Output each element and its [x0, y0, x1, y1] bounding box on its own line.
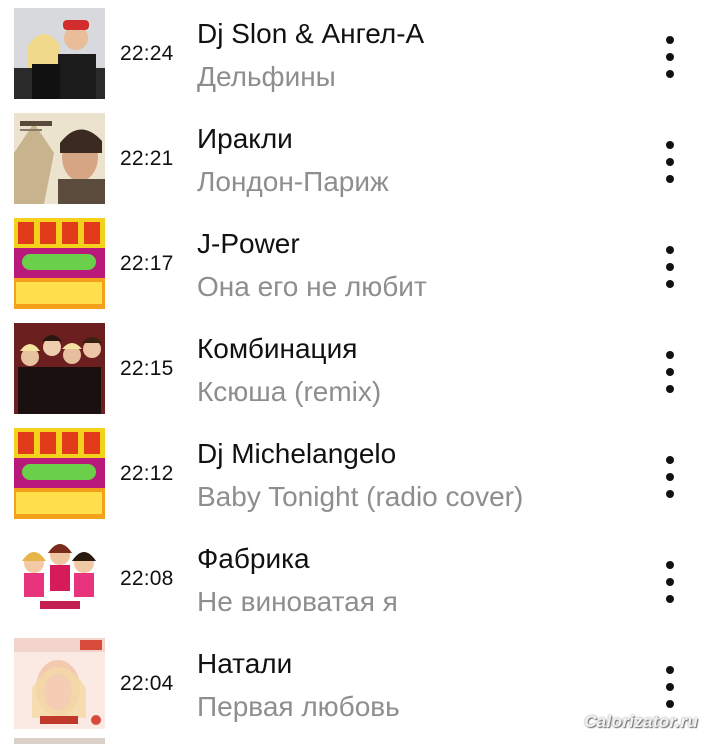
- song-title: Baby Tonight (radio cover): [197, 481, 524, 512]
- album-cover: [14, 218, 105, 309]
- song-title: Лондон-Париж: [197, 166, 389, 197]
- song-title: Она его не любит: [197, 271, 427, 302]
- play-time: 22:12: [120, 462, 174, 485]
- more-options-button[interactable]: [652, 28, 688, 88]
- more-options-button[interactable]: [652, 238, 688, 298]
- track-history-list: 22:24 Dj Slon & Ангел-А Дельфины 22:21 И…: [0, 0, 720, 744]
- track-row[interactable]: 22:15 Комбинация Ксюша (remix): [0, 323, 720, 428]
- more-options-button[interactable]: [652, 553, 688, 613]
- album-cover: [14, 533, 105, 624]
- track-row[interactable]: 22:21 Иракли Лондон-Париж: [0, 113, 720, 218]
- track-row[interactable]: 22:08 Фабрика Не виноватая я: [0, 533, 720, 638]
- more-options-button[interactable]: [652, 133, 688, 193]
- more-options-button[interactable]: [652, 343, 688, 403]
- album-cover: [14, 428, 105, 519]
- watermark: Calorizator.ru: [584, 712, 698, 731]
- track-row[interactable]: 22:24 Dj Slon & Ангел-А Дельфины: [0, 8, 720, 113]
- artist-name: Комбинация: [197, 333, 358, 364]
- artist-name: Натали: [197, 648, 293, 679]
- song-title: Дельфины: [197, 61, 336, 92]
- play-time: 22:15: [120, 357, 174, 380]
- play-time: 22:08: [120, 567, 174, 590]
- song-title: Не виноватая я: [197, 586, 398, 617]
- track-row[interactable]: 22:17 J-Power Она его не любит: [0, 218, 720, 323]
- play-time: 22:17: [120, 252, 174, 275]
- album-cover: [14, 113, 105, 204]
- artist-name: Dj Michelangelo: [197, 438, 397, 469]
- album-cover: [14, 638, 105, 729]
- song-title: Первая любовь: [197, 691, 400, 722]
- play-time: 22:21: [120, 147, 174, 170]
- more-options-button[interactable]: [652, 658, 688, 718]
- album-cover: [14, 323, 105, 414]
- song-title: Ксюша (remix): [197, 376, 382, 407]
- artist-name: Фабрика: [197, 543, 310, 574]
- more-options-button[interactable]: [652, 448, 688, 508]
- artist-name: Иракли: [197, 123, 293, 154]
- next-album-cover-peek: [14, 738, 105, 744]
- play-time: 22:04: [120, 672, 174, 695]
- track-row[interactable]: 22:12 Dj Michelangelo Baby Tonight (radi…: [0, 428, 720, 533]
- album-cover: [14, 8, 105, 99]
- artist-name: Dj Slon & Ангел-А: [197, 18, 425, 49]
- play-time: 22:24: [120, 42, 174, 65]
- artist-name: J-Power: [197, 228, 300, 259]
